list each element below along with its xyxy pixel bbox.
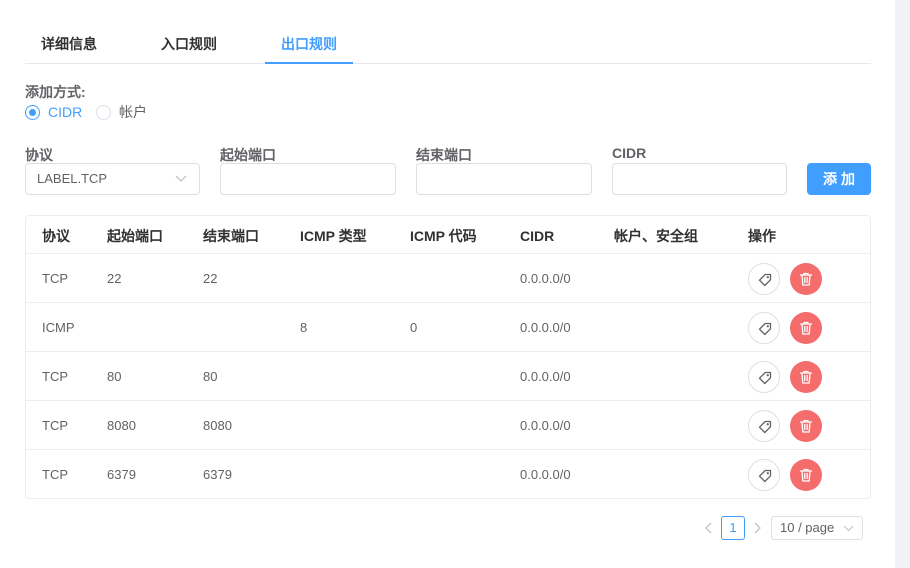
cell-end-port: 6379 [203, 467, 232, 482]
chevron-left-icon [705, 522, 712, 534]
radio-account[interactable]: 帐户 [96, 103, 147, 121]
cell-start-port: 22 [107, 271, 122, 286]
delete-rule-button[interactable] [790, 361, 822, 393]
cell-protocol: TCP [42, 369, 68, 384]
header-end-port: 结束端口 [203, 228, 259, 244]
tag-icon [758, 322, 772, 336]
cell-end-port: 22 [203, 271, 218, 286]
cell-start-port: 8080 [107, 418, 136, 433]
delete-rule-button[interactable] [790, 263, 822, 295]
pagination-page-1[interactable]: 1 [721, 516, 745, 540]
table-row: TCP 80 80 0.0.0.0/0 [26, 352, 870, 401]
header-icmp-type: ICMP 类型 [300, 228, 367, 244]
cell-cidr: 0.0.0.0/0 [520, 369, 571, 384]
cell-cidr: 0.0.0.0/0 [520, 467, 571, 482]
edit-tags-button[interactable] [748, 410, 780, 442]
trash-icon [799, 272, 813, 286]
delete-rule-button[interactable] [790, 459, 822, 491]
header-start-port: 起始端口 [107, 228, 163, 244]
table-row: TCP 8080 8080 0.0.0.0/0 [26, 401, 870, 450]
start-port-input[interactable] [220, 163, 396, 195]
radio-cidr-label: CIDR [48, 104, 83, 120]
cell-protocol: ICMP [42, 320, 75, 335]
table-row: TCP 22 22 0.0.0.0/0 [26, 254, 870, 303]
radio-checked-icon [25, 104, 40, 120]
tab-bar: 详细信息 入口规则 出口规则 [25, 25, 871, 64]
cell-protocol: TCP [42, 271, 68, 286]
page-size-select[interactable]: 10 / page [771, 516, 863, 540]
table-row: TCP 6379 6379 0.0.0.0/0 [26, 450, 870, 498]
header-account-security-group: 帐户、安全组 [614, 228, 698, 244]
tab-ingress-rules[interactable]: 入口规则 [145, 25, 233, 63]
edit-tags-button[interactable] [748, 361, 780, 393]
chevron-down-icon [843, 525, 854, 532]
header-cidr: CIDR [520, 228, 555, 244]
radio-unchecked-icon [96, 104, 111, 120]
table-header: 协议 起始端口 结束端口 ICMP 类型 ICMP 代码 CIDR 帐户、安全组… [26, 216, 870, 254]
end-port-input[interactable] [416, 163, 592, 195]
active-tab-indicator [265, 62, 353, 64]
trash-icon [799, 419, 813, 433]
protocol-label: 协议 [25, 147, 53, 163]
cidr-label: CIDR [612, 145, 647, 161]
tab-egress-rules[interactable]: 出口规则 [265, 25, 353, 63]
edit-tags-button[interactable] [748, 263, 780, 295]
cell-start-port: 6379 [107, 467, 136, 482]
cell-start-port: 80 [107, 369, 122, 384]
page-size-value: 10 / page [780, 520, 835, 535]
edit-tags-button[interactable] [748, 312, 780, 344]
tab-details[interactable]: 详细信息 [25, 25, 113, 63]
tag-icon [758, 469, 772, 483]
add-method-label: 添加方式: [25, 84, 86, 100]
end-port-label: 结束端口 [416, 147, 472, 163]
cell-protocol: TCP [42, 418, 68, 433]
protocol-select-value: LABEL.TCP [37, 171, 108, 186]
trash-icon [799, 370, 813, 384]
protocol-select[interactable]: LABEL.TCP [25, 163, 200, 195]
tag-icon [758, 420, 772, 434]
radio-cidr[interactable]: CIDR [25, 103, 82, 121]
pagination-next-button[interactable] [748, 516, 766, 540]
delete-rule-button[interactable] [790, 312, 822, 344]
tag-icon [758, 371, 772, 385]
edit-tags-button[interactable] [748, 459, 780, 491]
cell-cidr: 0.0.0.0/0 [520, 418, 571, 433]
add-button[interactable]: 添加 [807, 163, 871, 195]
rules-panel: 详细信息 入口规则 出口规则 添加方式: CIDR 帐户 协议 起始端口 结束端… [0, 0, 895, 568]
cidr-input[interactable] [612, 163, 787, 195]
cell-protocol: TCP [42, 467, 68, 482]
cell-cidr: 0.0.0.0/0 [520, 320, 571, 335]
pagination-prev-button[interactable] [700, 516, 718, 540]
tag-icon [758, 273, 772, 287]
cell-cidr: 0.0.0.0/0 [520, 271, 571, 286]
chevron-down-icon [175, 175, 187, 182]
page-scrollbar-track[interactable] [895, 0, 910, 568]
cell-icmp-type: 8 [300, 320, 308, 335]
trash-icon [799, 468, 813, 482]
header-protocol: 协议 [42, 228, 70, 244]
cell-end-port: 8080 [203, 418, 232, 433]
egress-rules-table: 协议 起始端口 结束端口 ICMP 类型 ICMP 代码 CIDR 帐户、安全组… [25, 215, 871, 499]
delete-rule-button[interactable] [790, 410, 822, 442]
header-actions: 操作 [748, 228, 776, 244]
trash-icon [799, 321, 813, 335]
radio-account-label: 帐户 [119, 104, 147, 120]
cell-icmp-code: 0 [410, 320, 418, 335]
chevron-right-icon [754, 522, 761, 534]
start-port-label: 起始端口 [220, 147, 276, 163]
header-icmp-code: ICMP 代码 [410, 228, 477, 244]
cell-end-port: 80 [203, 369, 218, 384]
table-row: ICMP 8 0 0.0.0.0/0 [26, 303, 870, 352]
